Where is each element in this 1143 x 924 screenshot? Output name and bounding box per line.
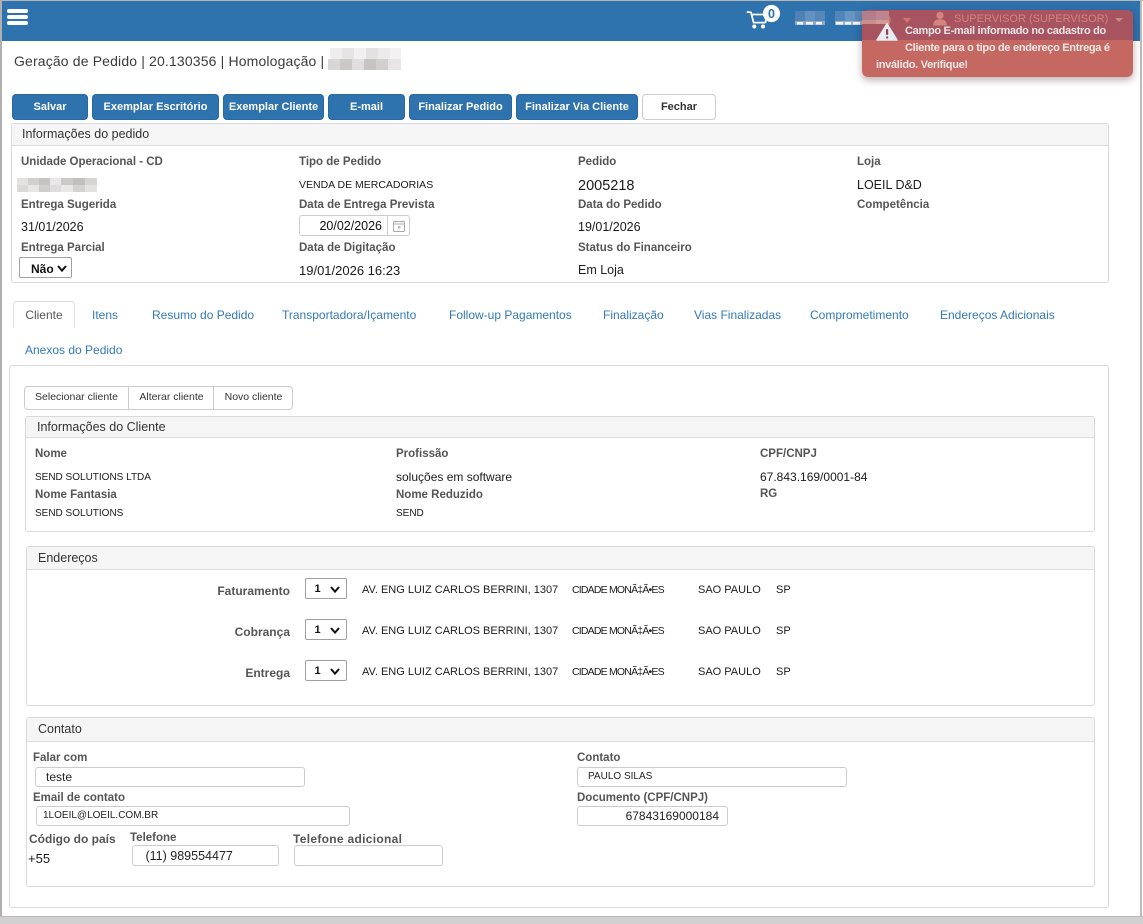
svg-text:0: 0 — [768, 7, 775, 21]
